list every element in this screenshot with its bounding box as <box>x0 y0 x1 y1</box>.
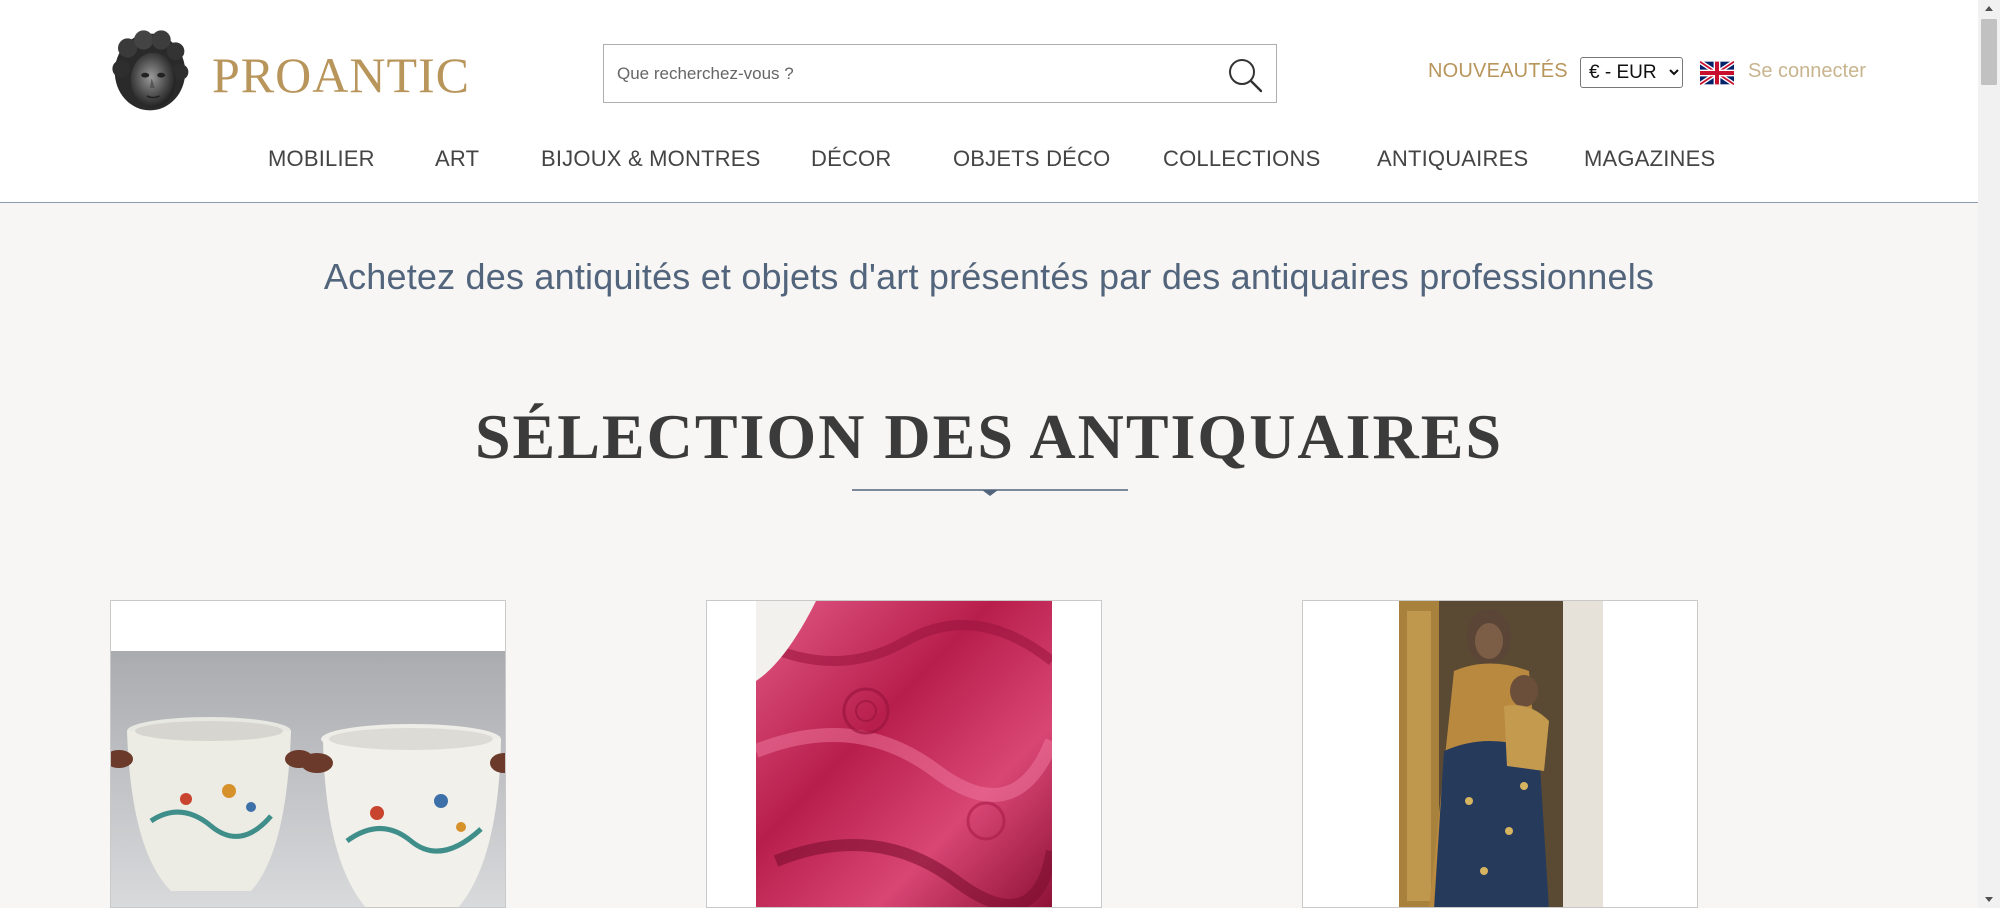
nav-item-magazines[interactable]: MAGAZINES <box>1584 146 1715 172</box>
product-card-3[interactable] <box>1302 600 1698 908</box>
scroll-thumb[interactable] <box>1981 19 1997 85</box>
main-nav: MOBILIER ART BIJOUX & MONTRES DÉCOR OBJE… <box>0 146 1978 180</box>
porcelain-planters-image <box>111 651 505 907</box>
nav-item-antiquaires[interactable]: ANTIQUAIRES <box>1377 146 1528 172</box>
site-header: PROANTIC NOUVEAUTÉS € - EUR Se connecter… <box>0 0 1978 203</box>
nav-item-bijoux-montres[interactable]: BIJOUX & MONTRES <box>541 146 761 172</box>
search-icon[interactable] <box>1226 56 1264 94</box>
brand-name: PROANTIC <box>211 47 470 103</box>
nav-item-collections[interactable]: COLLECTIONS <box>1163 146 1320 172</box>
vertical-scrollbar[interactable] <box>1978 0 2000 908</box>
scroll-up-arrow-icon[interactable] <box>1978 0 2000 17</box>
red-damask-fabric-image <box>756 601 1052 907</box>
cherub-head-logo-icon <box>112 30 189 111</box>
nav-item-objets-deco[interactable]: OBJETS DÉCO <box>953 146 1110 172</box>
nav-item-mobilier[interactable]: MOBILIER <box>268 146 375 172</box>
virgin-and-child-statue-image <box>1399 601 1603 907</box>
nouveautes-link[interactable]: NOUVEAUTÉS <box>1428 60 1568 83</box>
login-link[interactable]: Se connecter <box>1748 60 1866 83</box>
search-input[interactable] <box>604 45 1204 102</box>
nav-item-decor[interactable]: DÉCOR <box>811 146 891 172</box>
scroll-down-arrow-icon[interactable] <box>1978 891 2000 908</box>
site-logo[interactable]: PROANTIC <box>110 20 470 124</box>
section-title: SÉLECTION DES ANTIQUAIRES <box>474 401 1504 472</box>
search-box <box>603 44 1277 103</box>
uk-flag-icon[interactable] <box>1700 61 1734 85</box>
title-divider <box>852 489 1128 496</box>
product-card-2[interactable] <box>706 600 1102 908</box>
currency-select[interactable]: € - EUR <box>1580 57 1683 88</box>
nav-item-art[interactable]: ART <box>435 146 479 172</box>
page-tagline: Achetez des antiquités et objets d'art p… <box>323 256 1655 297</box>
product-card-1[interactable] <box>110 600 506 908</box>
